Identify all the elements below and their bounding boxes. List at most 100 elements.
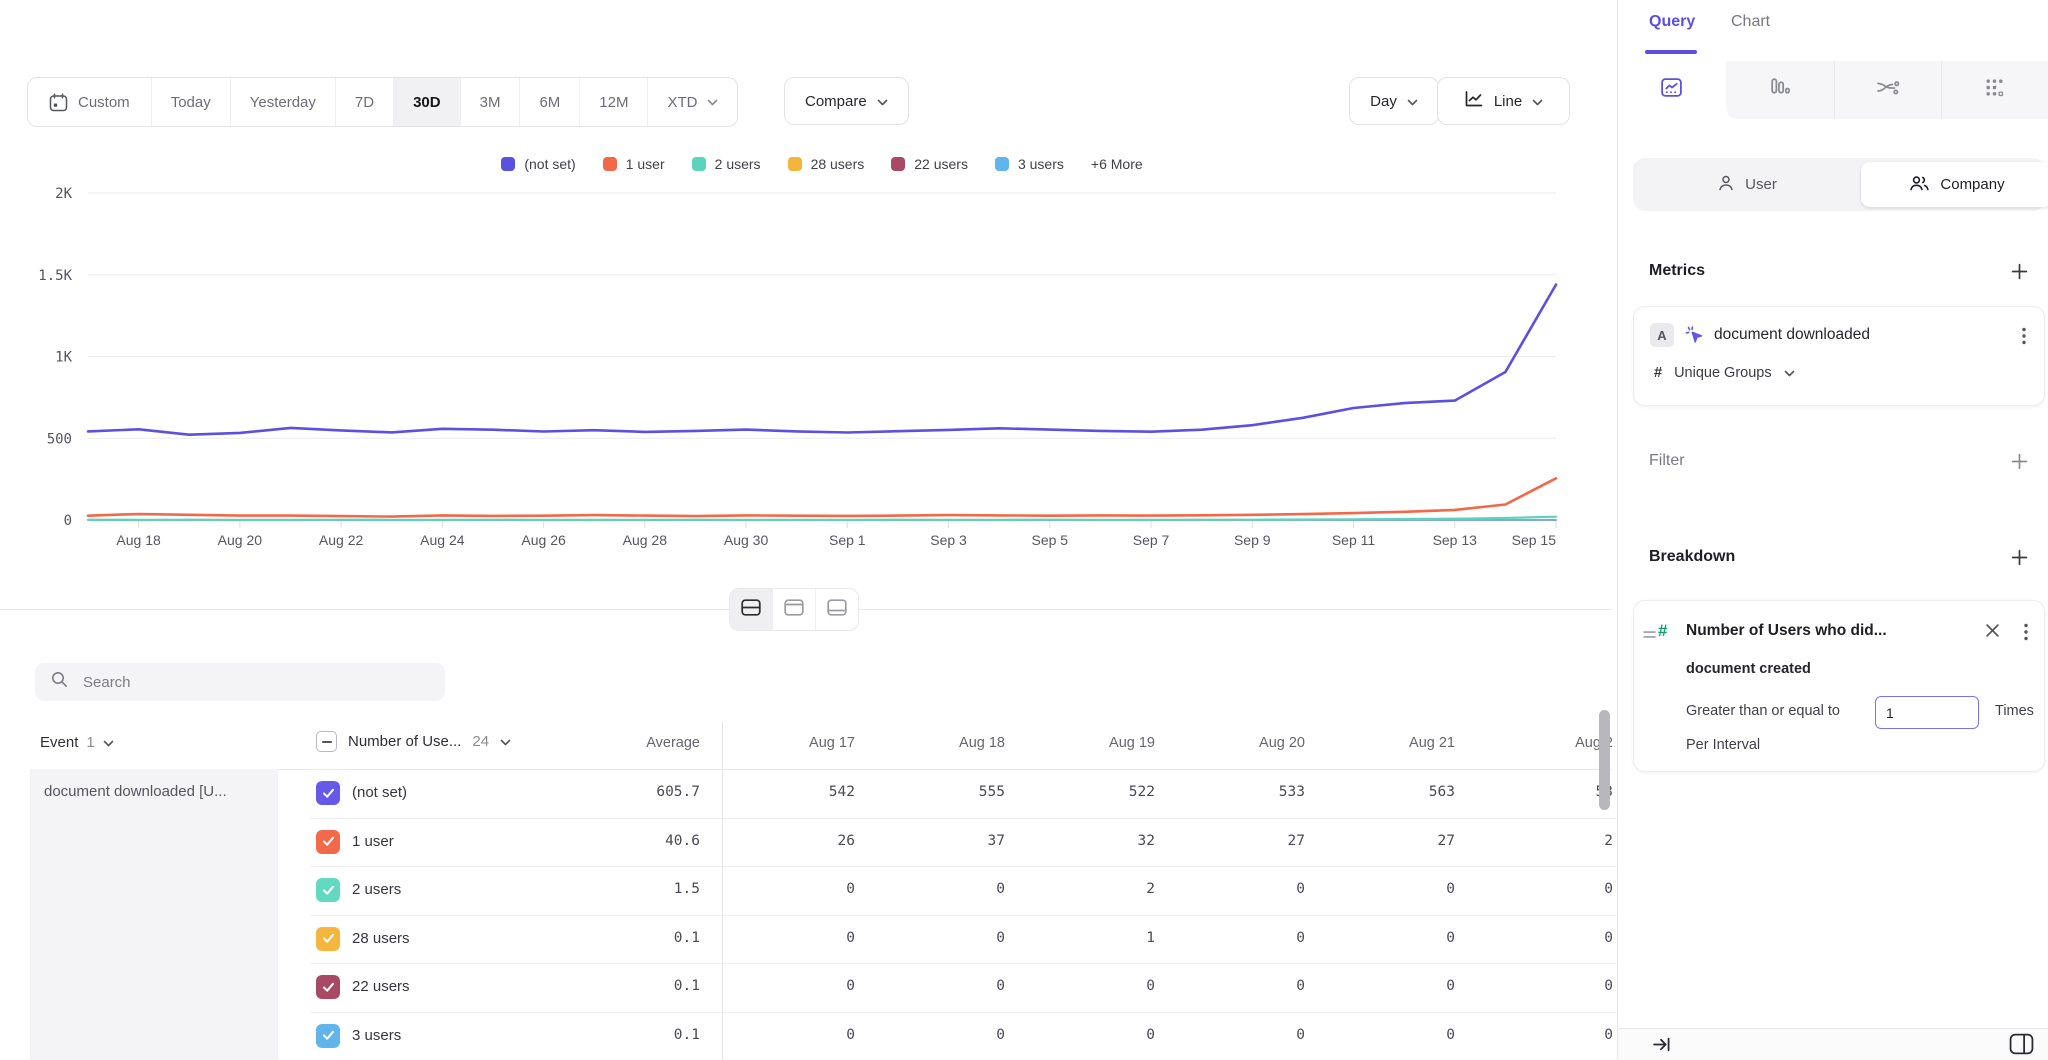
column-header[interactable]: Aug 17 <box>809 735 855 751</box>
svg-text:Sep 11: Sep 11 <box>1332 532 1376 548</box>
range-label: 6M <box>539 94 560 111</box>
indeterminate-checkbox[interactable] <box>316 731 337 752</box>
range-button-today[interactable]: Today <box>151 78 230 126</box>
granularity-button[interactable]: Day <box>1349 77 1439 125</box>
kebab-menu-icon[interactable] <box>2020 621 2032 648</box>
cell-value: 542 <box>829 784 855 800</box>
scope-user-button[interactable]: User <box>1633 158 1861 211</box>
range-button-custom[interactable]: Custom <box>28 78 151 126</box>
line-chart: 05001K1.5K2KAug 18Aug 20Aug 22Aug 24Aug … <box>0 140 1612 560</box>
side-panel-icon[interactable] <box>2009 1033 2034 1060</box>
chart-type-button[interactable]: Line <box>1437 77 1570 125</box>
cell-value: 0 <box>1446 1027 1455 1043</box>
chart-tab-flow[interactable] <box>1834 61 1941 119</box>
bar-chart-icon <box>1768 76 1791 104</box>
breakdown-card[interactable]: # Number of Users who did... document cr… <box>1633 600 2045 772</box>
cell-value: 37 <box>988 833 1005 849</box>
chart-type-strip <box>1618 61 2048 119</box>
drag-handle-icon[interactable] <box>1643 627 1656 645</box>
framed-line-chart-icon <box>1659 75 1684 105</box>
cell-value: 1 <box>1146 930 1155 946</box>
scope-user-label: User <box>1745 176 1777 193</box>
chevron-down-icon <box>877 93 888 110</box>
range-button-xtd[interactable]: XTD <box>647 78 737 126</box>
tab-chart[interactable]: Chart <box>1731 13 1770 31</box>
chart-tab-bar[interactable] <box>1726 61 1833 119</box>
layout-split-button[interactable] <box>730 589 772 630</box>
cell-value: 0 <box>996 1027 1005 1043</box>
row-label: 28 users <box>352 930 410 947</box>
event-count: 1 <box>86 734 94 751</box>
row-checkbox[interactable] <box>316 878 340 902</box>
svg-text:Sep 15: Sep 15 <box>1512 532 1557 548</box>
cell-value: 0 <box>1604 930 1613 946</box>
chart-tab-grid[interactable] <box>1941 61 2048 119</box>
row-checkbox[interactable] <box>316 781 340 805</box>
column-header[interactable]: Aug 19 <box>1109 735 1155 751</box>
cell-value: 0 <box>1446 930 1455 946</box>
layout-chart-only-button[interactable] <box>772 589 815 630</box>
series-count: 24 <box>472 733 489 750</box>
cell-value: 0 <box>1446 978 1455 994</box>
table-row: 3 users0.1000000 <box>0 1012 1617 1060</box>
hash-icon: # <box>1654 365 1662 381</box>
svg-text:Aug 22: Aug 22 <box>319 532 364 548</box>
user-icon <box>1717 174 1735 196</box>
range-button-12m[interactable]: 12M <box>579 78 647 126</box>
search-bar <box>35 663 445 701</box>
cell-value: 0 <box>1296 881 1305 897</box>
range-button-6m[interactable]: 6M <box>519 78 579 126</box>
series-column-header[interactable]: Number of Use... 24 <box>316 731 511 752</box>
chevron-down-icon <box>500 733 511 750</box>
row-checkbox[interactable] <box>316 1024 340 1048</box>
collapse-panel-icon[interactable] <box>1652 1036 1671 1058</box>
add-filter-button[interactable] <box>2010 452 2028 470</box>
row-checkbox[interactable] <box>316 927 340 951</box>
metric-card[interactable]: A document downloaded # Unique Groups <box>1633 306 2045 406</box>
range-label: 3M <box>480 94 501 111</box>
table-row: 22 users0.1000000 <box>0 963 1617 1011</box>
table-row: (not set)605.754255552253356353 <box>0 769 1617 817</box>
date-range-selector: CustomTodayYesterday7D30D 3M 6M 12MXTD <box>27 77 738 127</box>
add-breakdown-button[interactable] <box>2010 548 2028 566</box>
average-value: 40.6 <box>665 833 700 849</box>
range-button-7d[interactable]: 7D <box>335 78 393 126</box>
svg-text:Aug 26: Aug 26 <box>521 532 566 548</box>
kebab-menu-icon[interactable] <box>2018 325 2030 352</box>
measure-dropdown[interactable]: # Unique Groups <box>1654 364 1795 382</box>
column-header[interactable]: Aug 21 <box>1409 735 1455 751</box>
svg-text:Sep 3: Sep 3 <box>930 532 967 548</box>
compare-button[interactable]: Compare <box>784 77 909 125</box>
column-header[interactable]: Average <box>646 735 700 751</box>
cell-value: 0 <box>1296 930 1305 946</box>
event-column-header[interactable]: Event 1 <box>40 734 114 751</box>
granularity-label: Day <box>1370 93 1397 110</box>
search-input[interactable] <box>81 673 425 692</box>
row-checkbox[interactable] <box>316 975 340 999</box>
row-checkbox[interactable] <box>316 830 340 854</box>
breakdown-value-input[interactable] <box>1875 696 1979 729</box>
column-header[interactable]: Aug 18 <box>959 735 1005 751</box>
metric-letter-badge: A <box>1650 323 1674 347</box>
chart-tab-line[interactable] <box>1618 61 1725 119</box>
tab-query[interactable]: Query <box>1649 13 1695 31</box>
range-button-yesterday[interactable]: Yesterday <box>230 78 335 126</box>
chevron-down-icon <box>1407 93 1418 110</box>
column-header[interactable]: Aug 20 <box>1259 735 1305 751</box>
layout-table-only-button[interactable] <box>815 589 858 630</box>
table-scrollbar[interactable] <box>1599 710 1610 810</box>
svg-text:Aug 24: Aug 24 <box>420 532 465 548</box>
calendar-icon <box>49 93 68 112</box>
range-button-3m[interactable]: 3M <box>460 78 520 126</box>
bottom-panel-icon <box>827 599 847 621</box>
add-metric-button[interactable] <box>2010 262 2028 280</box>
close-icon[interactable] <box>1985 623 2000 643</box>
top-panel-icon <box>784 599 804 621</box>
scope-company-label: Company <box>1940 176 2004 193</box>
svg-text:Sep 9: Sep 9 <box>1234 532 1271 548</box>
breakdown-interval-label: Per Interval <box>1686 737 1760 753</box>
scope-company-button[interactable]: Company <box>1861 162 2048 207</box>
chevron-down-icon <box>1784 364 1795 382</box>
sidebar-tabs: Query Chart <box>1618 0 2048 60</box>
range-button-30d[interactable]: 30D <box>393 78 460 126</box>
